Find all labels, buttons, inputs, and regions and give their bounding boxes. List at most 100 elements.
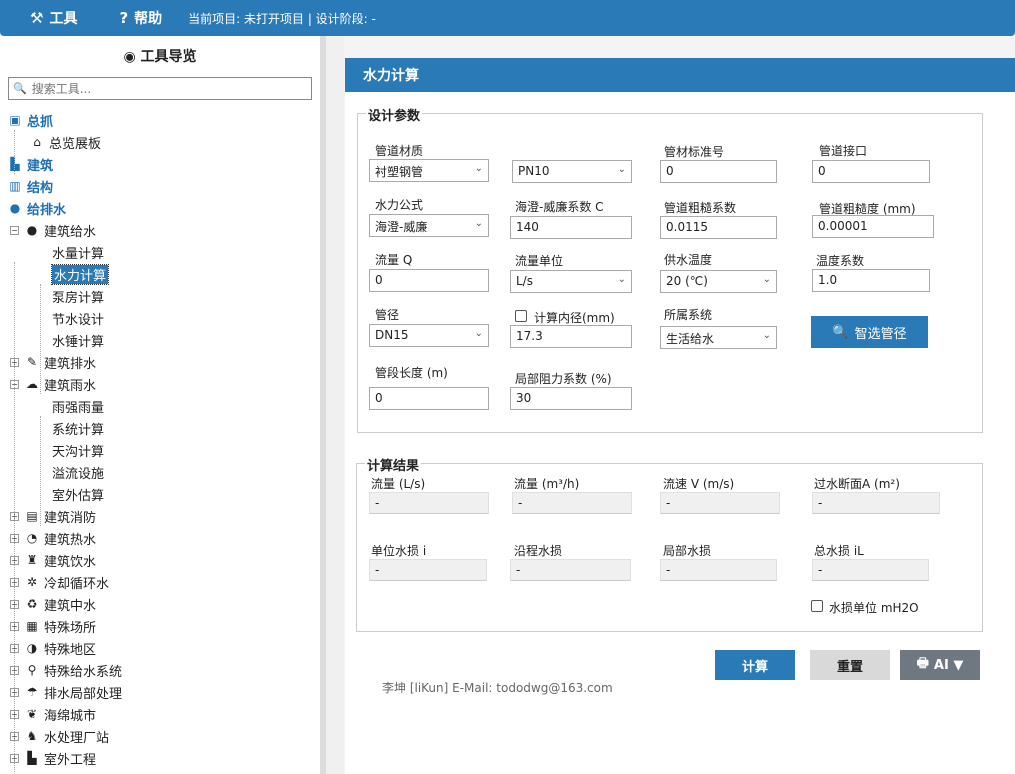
tree-item-17[interactable]: 室外估算 <box>52 483 104 505</box>
main-panel: 水力计算 设计参数 管道材质 衬塑钢管 ⌄ PN10 ⌄ 管材标准号 0 管道接… <box>345 58 1015 774</box>
flow-label: 流量 Q <box>375 253 413 267</box>
system-label: 所属系统 <box>664 308 713 322</box>
total-loss-output: - <box>812 559 929 581</box>
diameter-select[interactable]: DN15 ⌄ <box>369 324 489 347</box>
flow-input[interactable]: 0 <box>369 269 489 292</box>
pipe-material-value: 衬塑钢管 <box>375 165 424 179</box>
tree-item-28[interactable]: + ♞ 水处理厂站 <box>10 725 109 747</box>
system-select[interactable]: 生活给水 ⌄ <box>660 326 777 349</box>
smart-pipe-label: 智选管径 <box>854 326 907 342</box>
drain-icon: ✎ <box>26 355 38 369</box>
tree-item-10[interactable]: 水锤计算 <box>52 329 104 351</box>
mh2o-checkbox[interactable] <box>811 600 823 612</box>
tree-guide-line <box>40 416 41 526</box>
pipe-material-select[interactable]: 衬塑钢管 ⌄ <box>369 159 489 182</box>
tree-item-25[interactable]: + ⚲ 特殊给水系统 <box>10 659 122 681</box>
pipe-standard-input[interactable]: 0 <box>660 160 777 183</box>
unit-loss-output: - <box>369 559 487 581</box>
tree-item-0[interactable]: ▣ 总抓 <box>8 109 53 131</box>
tree-item-24[interactable]: + ◑ 特殊地区 <box>10 637 96 659</box>
tree-item-3[interactable]: ▥ 结构 <box>8 175 53 197</box>
tree-item-9[interactable]: 节水设计 <box>52 307 104 329</box>
tree-item-label: 建筑给水 <box>44 224 97 240</box>
sidebar-scrollbar[interactable] <box>326 36 344 774</box>
printer-icon: 🖶 <box>916 656 929 671</box>
tree-item-26[interactable]: + ☂ 排水局部处理 <box>10 681 122 703</box>
tree-item-1[interactable]: ⌂ 总览展板 <box>30 131 101 153</box>
flow-m3h-output: - <box>512 492 632 514</box>
water-drop-icon: ● <box>26 223 38 237</box>
calculate-button[interactable]: 计算 <box>715 650 795 680</box>
tree-item-label: 给排水 <box>27 202 67 218</box>
flow-ls-label: 流量 (L/s) <box>371 477 426 491</box>
roughness-mm-input[interactable]: 0.00001 <box>812 215 934 238</box>
expand-toggle-icon[interactable]: − <box>10 225 19 235</box>
inner-diam-input[interactable]: 17.3 <box>510 325 632 348</box>
formula-select[interactable]: 海澄-威廉 ⌄ <box>369 214 489 237</box>
tree-item-23[interactable]: + ▦ 特殊场所 <box>10 615 96 637</box>
tree-item-18[interactable]: + ▤ 建筑消防 <box>10 505 96 527</box>
plant-icon: ♞ <box>26 729 38 743</box>
path-loss-output: - <box>510 559 631 581</box>
tree-guide-line <box>40 284 41 394</box>
tree-item-29[interactable]: + ▙ 室外工程 <box>10 747 96 769</box>
flow-unit-select[interactable]: L/s ⌄ <box>510 270 632 293</box>
chevron-down-icon: ⌄ <box>617 274 626 285</box>
tool-search[interactable]: 🔍 <box>8 77 312 100</box>
tools-menu[interactable]: ⚒ 工具 <box>0 0 89 36</box>
hw-coef-input[interactable]: 140 <box>510 216 632 239</box>
local-coef-input[interactable]: 30 <box>510 387 632 410</box>
path-loss-label: 沿程水损 <box>514 544 563 558</box>
tree-item-7[interactable]: 水力计算 <box>50 263 110 285</box>
region-icon: ◑ <box>26 641 38 655</box>
temp-coef-input[interactable]: 1.0 <box>812 269 930 292</box>
tree-item-20[interactable]: + ♜ 建筑饮水 <box>10 549 96 571</box>
tools-menu-label: 工具 <box>49 11 78 27</box>
pressure-select[interactable]: PN10 ⌄ <box>512 160 632 183</box>
sponge-icon: ❦ <box>26 707 38 721</box>
venue-icon: ▦ <box>26 619 38 633</box>
help-menu[interactable]: ? 帮助 <box>89 0 174 36</box>
compass-icon: ◉ <box>123 49 136 65</box>
length-input[interactable]: 0 <box>369 387 489 410</box>
tree-item-label: 水力计算 <box>50 263 110 285</box>
tree-item-13[interactable]: 雨强雨量 <box>52 395 104 417</box>
board-icon: ▣ <box>9 113 21 127</box>
smart-pipe-button[interactable]: 🔍 智选管径 <box>811 316 928 348</box>
tree-item-21[interactable]: + ✲ 冷却循环水 <box>10 571 109 593</box>
mh2o-label: 水损单位 mH2O <box>829 601 919 615</box>
ai-button-label: AI ▼ <box>933 657 964 673</box>
tree-item-14[interactable]: 系统计算 <box>52 417 104 439</box>
pipe-joint-input[interactable]: 0 <box>812 160 930 183</box>
diameter-value: DN15 <box>375 328 409 342</box>
tree-item-16[interactable]: 溢流设施 <box>52 461 104 483</box>
tree-item-label: 室外工程 <box>44 752 97 768</box>
search-icon: 🔍 <box>832 324 849 340</box>
temp-select[interactable]: 20 (℃) ⌄ <box>660 270 777 293</box>
tree-item-12[interactable]: − ☁ 建筑雨水 <box>10 373 96 395</box>
chevron-down-icon: ⌄ <box>474 328 483 339</box>
roughness-coef-input[interactable]: 0.0115 <box>660 216 777 239</box>
inner-diam-checkbox[interactable] <box>515 310 527 322</box>
ai-menu-button[interactable]: 🖶 AI ▼ <box>900 650 980 680</box>
tree-item-label: 海绵城市 <box>44 708 97 724</box>
velocity-output: - <box>660 492 780 514</box>
tree-item-label: 总抓 <box>27 114 54 130</box>
tree-item-11[interactable]: + ✎ 建筑排水 <box>10 351 96 373</box>
tree-item-label: 建筑热水 <box>44 532 97 548</box>
tree-item-6[interactable]: 水量计算 <box>52 241 104 263</box>
tree-item-5[interactable]: − ● 建筑给水 <box>10 219 96 241</box>
tree-item-27[interactable]: + ❦ 海绵城市 <box>10 703 96 725</box>
chevron-down-icon: ⌄ <box>762 274 771 285</box>
reset-button[interactable]: 重置 <box>810 650 890 680</box>
recycle-icon: ♻ <box>26 597 38 611</box>
area-output: - <box>812 492 940 514</box>
local-loss-label: 局部水损 <box>663 544 712 558</box>
tree-item-22[interactable]: + ♻ 建筑中水 <box>10 593 96 615</box>
tree-item-19[interactable]: + ◔ 建筑热水 <box>10 527 96 549</box>
tree-item-4[interactable]: ● 给排水 <box>8 197 66 219</box>
tree-item-label: 结构 <box>27 180 54 196</box>
tree-item-8[interactable]: 泵房计算 <box>52 285 104 307</box>
tool-search-input[interactable] <box>29 80 300 97</box>
tree-item-15[interactable]: 天沟计算 <box>52 439 104 461</box>
